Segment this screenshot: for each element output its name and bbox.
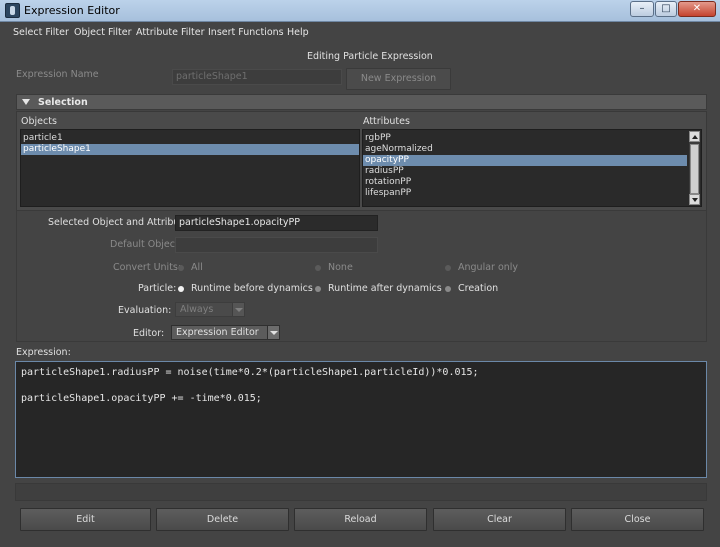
close-window-button[interactable]: ✕ [678, 1, 716, 17]
window-title: Expression Editor [24, 4, 120, 17]
object-item-particle1[interactable]: particle1 [21, 133, 359, 144]
minimize-button[interactable]: – [630, 1, 654, 17]
scroll-thumb[interactable] [690, 144, 699, 194]
convert-units-label: Convert Units: [113, 262, 182, 273]
attributes-list[interactable]: rgbPP ageNormalized opacityPP radiusPP r… [362, 129, 702, 207]
attributes-scrollbar[interactable] [689, 131, 700, 205]
attribute-item-agenormalized[interactable]: ageNormalized [363, 144, 701, 155]
menu-attribute-filter[interactable]: Attribute Filter [136, 27, 205, 38]
selection-panel: Objects Attributes particle1 particleSha… [16, 111, 707, 211]
chevron-down-icon [267, 326, 279, 339]
radio-none[interactable] [315, 265, 321, 271]
attribute-item-lifespanpp[interactable]: lifespanPP [363, 188, 701, 199]
radio-runtime-after-dynamics[interactable] [315, 286, 321, 292]
radio-runtime-after-label: Runtime after dynamics [328, 283, 442, 294]
new-expression-button[interactable]: New Expression [346, 68, 451, 90]
attribute-item-radiuspp[interactable]: radiusPP [363, 166, 701, 177]
evaluation-label: Evaluation: [118, 305, 172, 316]
menu-object-filter[interactable]: Object Filter [74, 27, 132, 38]
object-item-particleshape1[interactable]: particleShape1 [21, 144, 359, 155]
expression-line-2 [21, 379, 701, 392]
evaluation-value: Always [180, 304, 214, 315]
expression-text-area[interactable]: particleShape1.radiusPP = noise(time*0.2… [15, 361, 707, 478]
editor-dropdown[interactable]: Expression Editor [171, 325, 280, 340]
radio-angular-only[interactable] [445, 265, 451, 271]
title-bar: Expression Editor – □ ✕ [0, 0, 720, 22]
menu-insert-functions[interactable]: Insert Functions [208, 27, 284, 38]
maya-app-icon [5, 3, 20, 18]
scroll-down-arrow-icon[interactable] [689, 194, 700, 205]
expression-name-label: Expression Name [16, 69, 99, 80]
clear-button[interactable]: Clear [433, 508, 566, 531]
objects-label: Objects [21, 116, 57, 127]
attribute-item-rgbpp[interactable]: rgbPP [363, 133, 701, 144]
objects-list[interactable]: particle1 particleShape1 [20, 129, 360, 207]
selection-title: Selection [38, 97, 88, 108]
selected-object-attribute-label: Selected Object and Attribute: [48, 217, 193, 228]
maximize-button[interactable]: □ [655, 1, 677, 17]
default-object-label: Default Object: [110, 239, 182, 250]
status-strip [15, 483, 707, 501]
particle-label: Particle: [138, 283, 177, 294]
reload-button[interactable]: Reload [294, 508, 427, 531]
default-object-field[interactable] [175, 237, 378, 253]
expression-line-1: particleShape1.radiusPP = noise(time*0.2… [21, 367, 479, 378]
evaluation-dropdown[interactable]: Always [175, 302, 245, 317]
selected-object-attribute-field[interactable]: particleShape1.opacityPP [175, 215, 378, 231]
radio-runtime-before-dynamics[interactable] [178, 286, 184, 292]
editing-mode-label: Editing Particle Expression [307, 51, 433, 62]
attribute-item-rotationpp[interactable]: rotationPP [363, 177, 701, 188]
selection-section-header[interactable]: Selection [16, 94, 707, 110]
close-button[interactable]: Close [571, 508, 704, 531]
delete-button[interactable]: Delete [156, 508, 289, 531]
menu-help[interactable]: Help [287, 27, 309, 38]
edit-button[interactable]: Edit [20, 508, 151, 531]
attributes-label: Attributes [363, 116, 410, 127]
scroll-up-arrow-icon[interactable] [689, 131, 700, 142]
radio-angular-only-label: Angular only [458, 262, 519, 273]
radio-none-label: None [328, 262, 353, 273]
menu-bar: Select Filter Object Filter Attribute Fi… [0, 23, 720, 41]
radio-runtime-before-label: Runtime before dynamics [191, 283, 313, 294]
editor-value: Expression Editor [176, 327, 259, 338]
expression-label: Expression: [16, 347, 71, 358]
collapse-triangle-icon [22, 99, 30, 105]
expression-name-field[interactable]: particleShape1 [172, 69, 342, 85]
chevron-down-icon [232, 303, 244, 316]
expression-line-3: particleShape1.opacityPP += -time*0.015; [21, 393, 262, 404]
editor-label: Editor: [133, 328, 165, 339]
radio-creation-label: Creation [458, 283, 499, 294]
attribute-item-opacitypp[interactable]: opacityPP [363, 155, 687, 166]
radio-all[interactable] [178, 265, 184, 271]
radio-creation[interactable] [445, 286, 451, 292]
radio-all-label: All [191, 262, 203, 273]
menu-select-filter[interactable]: Select Filter [13, 27, 69, 38]
